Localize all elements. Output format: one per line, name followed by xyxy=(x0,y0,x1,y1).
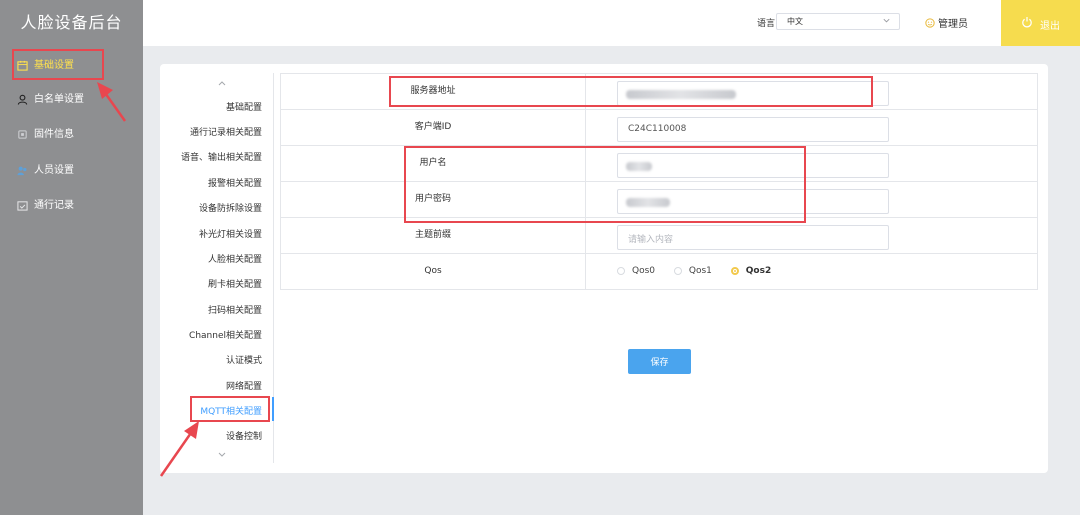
username-input[interactable] xyxy=(617,153,889,178)
app-title: 人脸设备后台 xyxy=(20,13,123,32)
user-icon xyxy=(17,94,28,105)
logout-button[interactable]: 退出 xyxy=(1001,0,1080,46)
subnav-item-auth-mode[interactable]: 认证模式 xyxy=(226,353,262,366)
qos1-radio[interactable]: Qos1 xyxy=(673,266,712,276)
radio-circle xyxy=(673,267,682,275)
password-input[interactable] xyxy=(617,189,889,214)
form-row-qos: Qos Qos0 Qos1 Qos2 xyxy=(280,254,1038,290)
form-row-client-id: 客户端ID C24C110008 xyxy=(280,110,1038,146)
username-label: 用户名 xyxy=(281,146,586,181)
qos2-radio[interactable]: Qos2 xyxy=(730,266,772,276)
user-name: 管理员 xyxy=(938,19,968,30)
power-icon xyxy=(1022,17,1032,28)
radio-label: Qos2 xyxy=(745,266,772,276)
redacted-value xyxy=(626,90,736,99)
subnav-item-device-control[interactable]: 设备控制 xyxy=(226,429,262,442)
save-button[interactable]: 保存 xyxy=(628,349,691,374)
sidebar-item-label: 白名单设置 xyxy=(34,94,84,105)
topic-prefix-placeholder: 请输入内容 xyxy=(628,235,674,245)
users-icon xyxy=(17,166,27,176)
subnav-item-fill-light[interactable]: 补光灯相关设置 xyxy=(199,227,262,240)
subnav-item-network[interactable]: 网络配置 xyxy=(226,379,262,392)
language-label: 语言 xyxy=(757,19,776,29)
qos0-radio[interactable]: Qos0 xyxy=(617,266,655,276)
client-id-input[interactable]: C24C110008 xyxy=(617,117,889,142)
topic-prefix-label: 主题前缀 xyxy=(281,218,586,253)
calendar-icon xyxy=(17,60,28,71)
scroll-up-icon[interactable] xyxy=(216,79,228,87)
sidebar-item-basic-settings[interactable]: 基础设置 xyxy=(0,51,143,81)
subnav-item-voice-output[interactable]: 语音、输出相关配置 xyxy=(181,150,262,163)
subnav-item-alarm[interactable]: 报警相关配置 xyxy=(208,176,262,189)
logout-label: 退出 xyxy=(1040,21,1060,32)
subnav-item-basic[interactable]: 基础配置 xyxy=(226,100,262,113)
language-select[interactable]: 中文 xyxy=(776,13,900,30)
client-id-label: 客户端ID xyxy=(281,110,586,145)
sidebar-item-firmware[interactable]: 固件信息 xyxy=(0,120,143,150)
form-row-server: 服务器地址 xyxy=(280,74,1038,110)
smile-icon xyxy=(925,18,935,28)
qos-label: Qos xyxy=(281,254,586,289)
radio-label: Qos1 xyxy=(688,266,712,276)
chevron-down-icon xyxy=(883,18,890,23)
client-id-value: C24C110008 xyxy=(628,124,687,134)
chip-icon xyxy=(18,130,27,139)
language-select-value: 中文 xyxy=(787,17,803,26)
sidebar-item-label: 固件信息 xyxy=(34,129,74,140)
subnav-active-indicator xyxy=(272,397,274,421)
sidebar-item-label: 基础设置 xyxy=(34,60,74,71)
subnav-item-face[interactable]: 人脸相关配置 xyxy=(208,252,262,265)
radio-circle xyxy=(617,267,625,275)
sidebar-item-access-records[interactable]: 通行记录 xyxy=(0,191,143,221)
server-address-input[interactable] xyxy=(617,81,889,106)
server-address-label: 服务器地址 xyxy=(281,74,586,109)
sidebar-item-personnel[interactable]: 人员设置 xyxy=(0,156,143,186)
sidebar-item-label: 人员设置 xyxy=(34,165,74,176)
scroll-down-icon[interactable] xyxy=(216,451,228,459)
topic-prefix-input[interactable]: 请输入内容 xyxy=(617,225,889,250)
top-header: 语言 中文 管理员 退出 xyxy=(143,0,1080,46)
radio-label: Qos0 xyxy=(632,266,656,276)
redacted-value xyxy=(626,162,652,171)
form-row-username: 用户名 xyxy=(280,146,1038,182)
subnav-item-access-record[interactable]: 通行记录相关配置 xyxy=(190,125,262,138)
form-row-topic: 主题前缀 请输入内容 xyxy=(280,218,1038,254)
qos-radio-group: Qos0 Qos1 Qos2 xyxy=(617,266,787,276)
user-menu[interactable]: 管理员 xyxy=(925,15,968,30)
sidebar-item-label: 通行记录 xyxy=(34,200,74,211)
subnav-item-tamper[interactable]: 设备防拆除设置 xyxy=(199,201,262,214)
radio-circle xyxy=(730,267,739,275)
subnav-item-mqtt[interactable]: MQTT相关配置 xyxy=(200,404,262,417)
subnav-item-card[interactable]: 刷卡相关配置 xyxy=(208,277,262,290)
subnav-item-channel[interactable]: Channel相关配置 xyxy=(189,328,262,341)
mqtt-form: 服务器地址 客户端ID C24C110008 用户名 用户密码 主题前缀 请输入… xyxy=(280,73,1038,290)
password-label: 用户密码 xyxy=(281,182,586,217)
sidebar-item-whitelist[interactable]: 白名单设置 xyxy=(0,85,143,115)
sidebar: 人脸设备后台 基础设置 白名单设置 固件信息 人员设置 通行记录 xyxy=(0,0,143,515)
form-row-password: 用户密码 xyxy=(280,182,1038,218)
redacted-value xyxy=(626,198,670,207)
subnav-item-scan[interactable]: 扫码相关配置 xyxy=(208,303,262,316)
check-calendar-icon xyxy=(17,201,28,211)
